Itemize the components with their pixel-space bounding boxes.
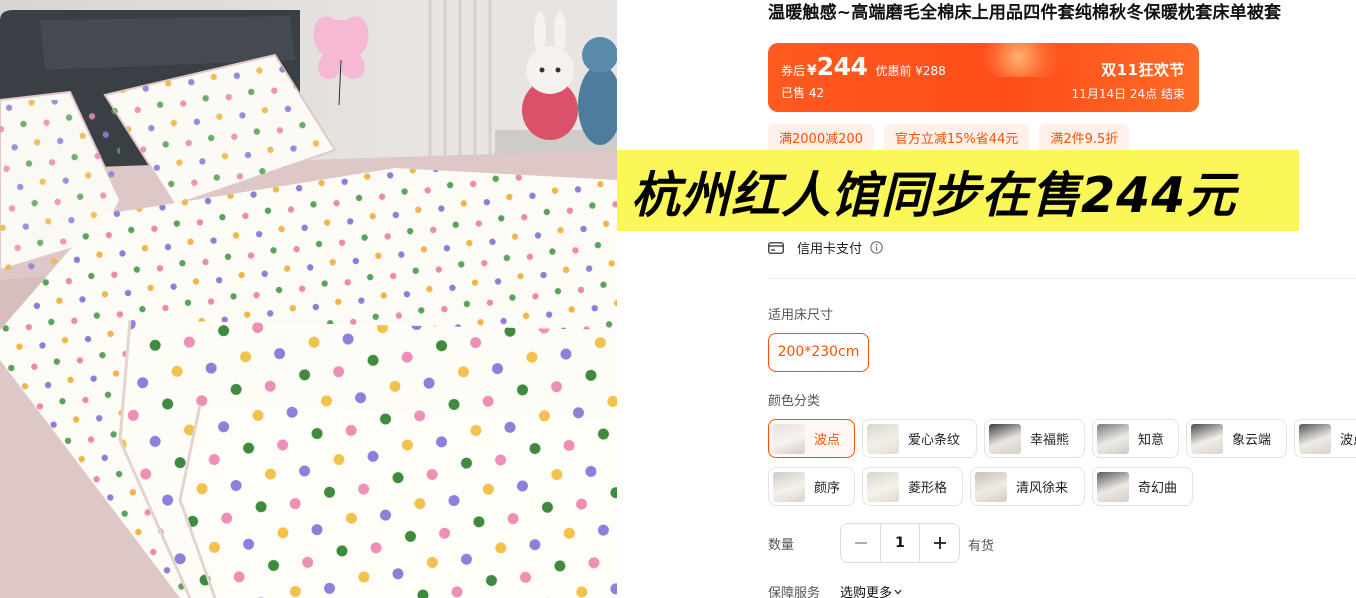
color-option-name: 幸福熊 bbox=[1030, 433, 1070, 448]
price-row: 券后 ¥ 244 优惠前 ¥288 bbox=[781, 52, 946, 81]
color-option[interactable]: 波点 bbox=[1294, 419, 1356, 458]
size-label: 适用床尺寸 bbox=[768, 308, 834, 323]
color-option[interactable]: 奇幻曲 bbox=[1092, 467, 1193, 506]
color-thumbnail bbox=[1299, 423, 1331, 454]
color-option-name: 菱形格 bbox=[908, 481, 948, 496]
color-option[interactable]: 幸福熊 bbox=[984, 419, 1085, 458]
color-option[interactable]: 颜序 bbox=[768, 467, 855, 506]
color-option-name: 奇幻曲 bbox=[1138, 481, 1178, 496]
minus-icon bbox=[854, 542, 867, 544]
color-label: 颜色分类 bbox=[768, 394, 821, 409]
color-option[interactable]: 知意 bbox=[1092, 419, 1179, 458]
info-circle-icon[interactable] bbox=[870, 241, 883, 254]
color-option-name: 波点 bbox=[1340, 433, 1356, 448]
payment-method[interactable]: 信用卡支付 bbox=[768, 238, 883, 257]
stock-status: 有货 bbox=[968, 539, 995, 554]
currency-symbol: ¥ bbox=[807, 63, 817, 79]
payment-label: 信用卡支付 bbox=[797, 242, 863, 257]
product-main-image[interactable] bbox=[0, 0, 617, 598]
quantity-stepper: 1 bbox=[840, 523, 960, 563]
product-title: 温暖触感~高端磨毛全棉床上用品四件套纯棉秋冬保暖枕套床单被套 bbox=[768, 3, 1282, 23]
color-option-name: 爱心条纹 bbox=[908, 433, 961, 448]
quantity-label: 数量 bbox=[768, 538, 795, 553]
color-option[interactable]: 爱心条纹 bbox=[862, 419, 977, 458]
festival-label: 双11狂欢节 bbox=[1101, 61, 1185, 79]
price-before-discount: 优惠前 ¥288 bbox=[875, 64, 946, 78]
quantity-increase-button[interactable] bbox=[920, 524, 959, 562]
color-option[interactable]: 清风徐来 bbox=[970, 467, 1085, 506]
color-thumbnail bbox=[1097, 423, 1129, 454]
color-thumbnail bbox=[989, 423, 1021, 454]
chevron-down-icon bbox=[894, 589, 902, 595]
quantity-input[interactable]: 1 bbox=[880, 524, 920, 562]
color-thumbnail bbox=[975, 471, 1007, 502]
color-thumbnail bbox=[1097, 471, 1129, 502]
color-option-name: 清风徐来 bbox=[1016, 481, 1069, 496]
service-select-label: 选购更多 bbox=[840, 586, 893, 598]
color-thumbnail bbox=[773, 471, 805, 502]
color-thumbnail bbox=[867, 423, 899, 454]
sold-count: 已售 42 bbox=[781, 86, 825, 100]
color-option-name: 象云端 bbox=[1232, 433, 1272, 448]
size-option-selected[interactable]: 200*230cm bbox=[768, 333, 869, 372]
service-label: 保障服务 bbox=[768, 586, 821, 598]
promotion-end-time: 11月14日 24点 结束 bbox=[1071, 87, 1185, 101]
color-option-name: 知意 bbox=[1138, 433, 1165, 448]
credit-card-icon bbox=[768, 241, 784, 254]
overlay-caption-text: 杭州红人馆同步在售244元 bbox=[631, 167, 1237, 224]
section-divider bbox=[768, 278, 1356, 279]
color-option-name: 波点 bbox=[814, 433, 841, 448]
banner-decoration bbox=[983, 43, 1073, 77]
coupon-price: 244 bbox=[816, 52, 868, 81]
overlay-caption-banner: 杭州红人馆同步在售244元 bbox=[617, 150, 1299, 231]
color-option[interactable]: 象云端 bbox=[1186, 419, 1287, 458]
plus-icon bbox=[933, 537, 946, 549]
service-select-dropdown[interactable]: 选购更多 bbox=[840, 582, 902, 598]
color-thumbnail bbox=[773, 423, 805, 454]
color-option[interactable]: 菱形格 bbox=[862, 467, 963, 506]
color-option-selected[interactable]: 波点 bbox=[768, 419, 855, 458]
quantity-decrease-button[interactable] bbox=[841, 524, 880, 562]
color-option-name: 颜序 bbox=[814, 481, 841, 496]
color-thumbnail bbox=[1191, 423, 1223, 454]
price-banner: 券后 ¥ 244 优惠前 ¥288 已售 42 双11狂欢节 11月14日 24… bbox=[768, 43, 1199, 112]
after-coupon-label: 券后 bbox=[781, 64, 806, 78]
color-thumbnail bbox=[867, 471, 899, 502]
